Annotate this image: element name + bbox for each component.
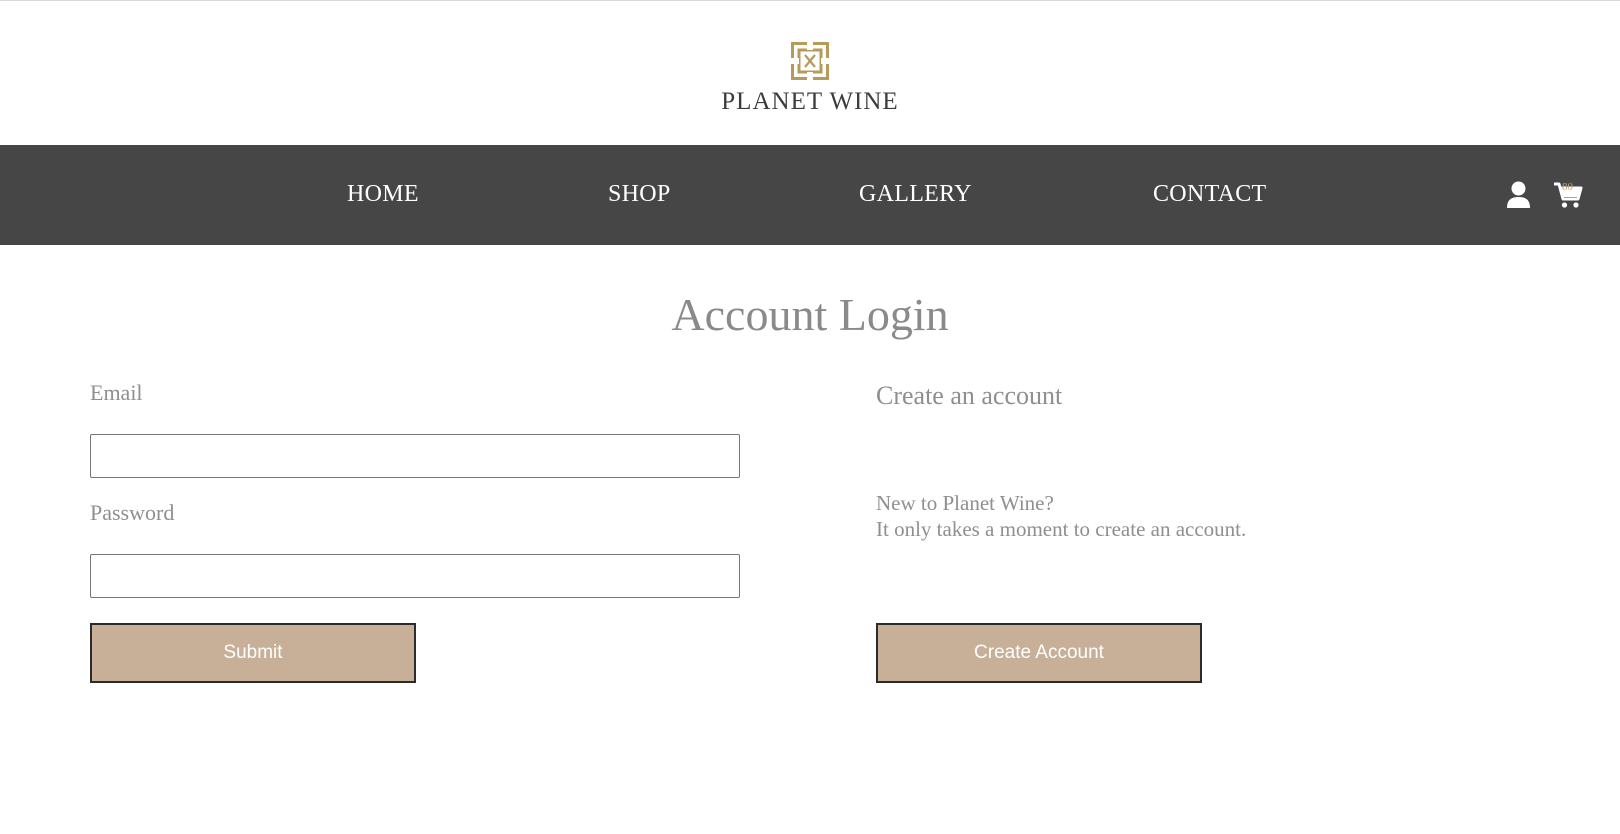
create-account-description: It only takes a moment to create an acco…: [876, 517, 1247, 541]
password-field[interactable]: [90, 554, 740, 598]
create-account-heading: Create an account: [876, 381, 1063, 410]
submit-button[interactable]: Submit: [90, 623, 416, 683]
nav-item-shop[interactable]: SHOP: [608, 181, 671, 208]
user-icon[interactable]: [1506, 181, 1531, 209]
top-divider: [0, 0, 1620, 1]
page-title: Account Login: [671, 289, 949, 340]
create-account-button[interactable]: Create Account: [876, 623, 1202, 683]
brand-name: PLANET WINE: [721, 88, 899, 115]
create-account-intro: New to Planet Wine?: [876, 491, 1054, 515]
main-navigation: HOME SHOP GALLERY CONTACT: [0, 145, 1620, 245]
email-field[interactable]: [90, 434, 740, 478]
logo-mark-icon: [791, 42, 829, 80]
email-label: Email: [90, 380, 143, 405]
nav-item-home[interactable]: HOME: [347, 181, 419, 208]
nav-item-gallery[interactable]: GALLERY: [859, 181, 972, 208]
password-label: Password: [90, 500, 175, 525]
site-logo[interactable]: PLANET WINE: [0, 42, 1620, 116]
nav-item-contact[interactable]: CONTACT: [1153, 181, 1267, 208]
cart-count-badge: 80: [1562, 181, 1573, 193]
